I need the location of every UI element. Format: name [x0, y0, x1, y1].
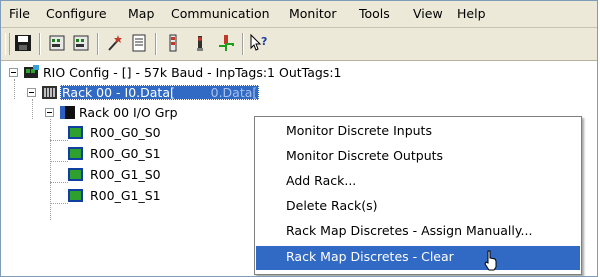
tree-node-rack[interactable]: Rack 00 - I0.Data[ 0.Data[ — [23, 84, 383, 102]
menu-item-delete-rack[interactable]: Delete Rack(s) — [256, 195, 580, 219]
menu-tools[interactable]: Tools — [359, 6, 390, 21]
rio-config-icon — [23, 64, 41, 83]
svg-text:?: ? — [261, 35, 267, 48]
menu-item-monitor-discrete-inputs[interactable]: Monitor Discrete Inputs — [256, 120, 580, 144]
tree-node-slot-label: R00_G0_S0 — [90, 125, 161, 140]
scanner-config-icon[interactable] — [46, 32, 68, 54]
menu-help[interactable]: Help — [457, 6, 486, 21]
network-icon[interactable] — [215, 32, 237, 54]
tree-line — [50, 119, 51, 220]
menu-item-rack-map-assign-manually[interactable]: Rack Map Discretes - Assign Manually... — [256, 220, 580, 244]
toolbar: ? — [1, 28, 597, 61]
tree-node-root-label: RIO Config - [] - 57k Baud - InpTags:1 O… — [43, 65, 342, 80]
toolbar-separator — [39, 33, 41, 55]
help-cursor-icon[interactable]: ? — [248, 32, 270, 54]
menu-map[interactable]: Map — [128, 6, 154, 21]
menu-item-monitor-discrete-outputs[interactable]: Monitor Discrete Outputs — [256, 145, 580, 169]
power-icon[interactable] — [189, 32, 211, 54]
tree-node-group[interactable]: Rack 00 I/O Grp — [41, 104, 271, 122]
tree-node-slot[interactable]: R00_G0_S1 — [68, 145, 268, 163]
toolbar-separator — [242, 33, 244, 55]
tree-node-group-label: Rack 00 I/O Grp — [79, 105, 178, 120]
io-group-icon — [59, 104, 77, 123]
tree-node-slot[interactable]: R00_G0_S0 — [68, 124, 268, 142]
tree-node-slot[interactable]: R00_G1_S1 — [68, 187, 268, 205]
tree-line — [50, 161, 68, 162]
tree-node-slot-label: R00_G1_S0 — [90, 167, 161, 182]
tree-node-slot[interactable]: R00_G1_S0 — [68, 166, 268, 184]
menu-item-rack-map-clear[interactable]: Rack Map Discretes - Clear — [256, 246, 580, 270]
context-menu: Monitor Discrete Inputs Monitor Discrete… — [254, 116, 582, 275]
menu-monitor[interactable]: Monitor — [289, 6, 337, 21]
menu-configure[interactable]: Configure — [46, 6, 107, 21]
tree-line — [14, 79, 15, 99]
slot-module-icon — [68, 167, 84, 185]
collapse-toggle-icon[interactable] — [45, 108, 54, 117]
rack-label-clipped: 0.Data[ — [175, 85, 258, 100]
menu-item-add-rack[interactable]: Add Rack... — [256, 170, 580, 194]
slot-module-icon — [68, 146, 84, 164]
tree-node-slot-label: R00_G1_S1 — [90, 188, 161, 203]
slot-module-icon — [68, 125, 84, 143]
toolbar-separator — [97, 33, 99, 55]
toolbar-separator — [155, 33, 157, 55]
wand-icon[interactable] — [104, 32, 126, 54]
menu-view[interactable]: View — [413, 6, 443, 21]
toolbar-grip[interactable] — [5, 33, 10, 55]
menu-bar: File Configure Map Communication Monitor… — [1, 1, 597, 28]
save-icon[interactable] — [12, 32, 34, 54]
menu-file[interactable]: File — [9, 6, 30, 21]
tree-node-root[interactable]: RIO Config - [] - 57k Baud - InpTags:1 O… — [5, 64, 525, 82]
tree-line — [50, 140, 68, 141]
tree-line — [50, 203, 68, 204]
menu-communication[interactable]: Communication — [171, 6, 270, 21]
slot-module-icon — [68, 188, 84, 206]
rack-icon — [41, 84, 59, 103]
mouse-pointer-icon — [483, 250, 499, 275]
tree-node-rack-label: Rack 00 - I0.Data[ 0.Data[ — [60, 85, 260, 100]
application-window: File Configure Map Communication Monitor… — [0, 0, 598, 277]
scanner-config-icon-2[interactable] — [70, 32, 92, 54]
collapse-toggle-icon[interactable] — [27, 88, 36, 97]
report-icon[interactable] — [128, 32, 150, 54]
collapse-toggle-icon[interactable] — [9, 68, 18, 77]
rack-label-suffix: 0.Data[ — [210, 85, 258, 100]
tree-line — [50, 182, 68, 183]
module-icon[interactable] — [162, 32, 184, 54]
rack-label-text: Rack 00 - I0.Data[ — [62, 85, 175, 100]
tree-line — [32, 99, 33, 119]
tree-node-slot-label: R00_G0_S1 — [90, 146, 161, 161]
